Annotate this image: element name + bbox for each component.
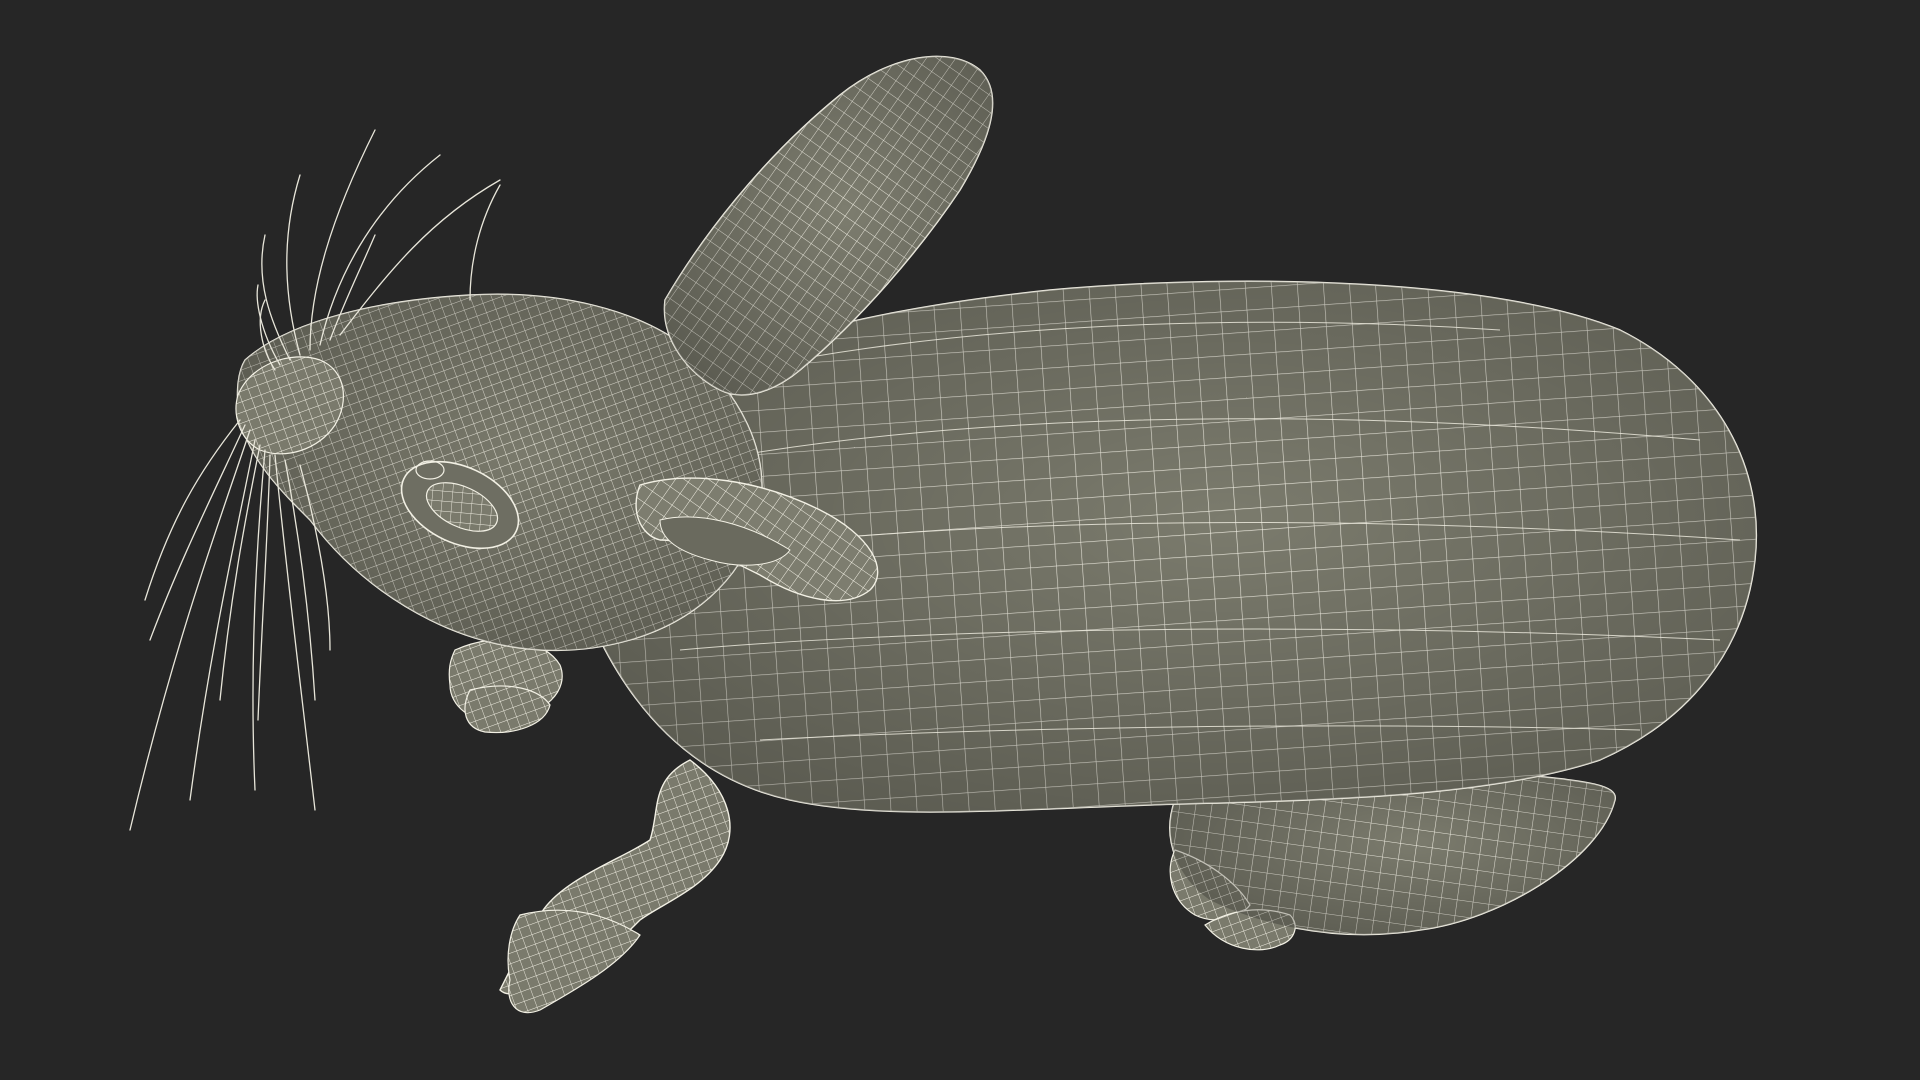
rabbit-icon (129, 55, 1758, 1014)
front-paws (448, 638, 563, 734)
render-viewport (0, 0, 1920, 1080)
front-leg (499, 759, 731, 1014)
